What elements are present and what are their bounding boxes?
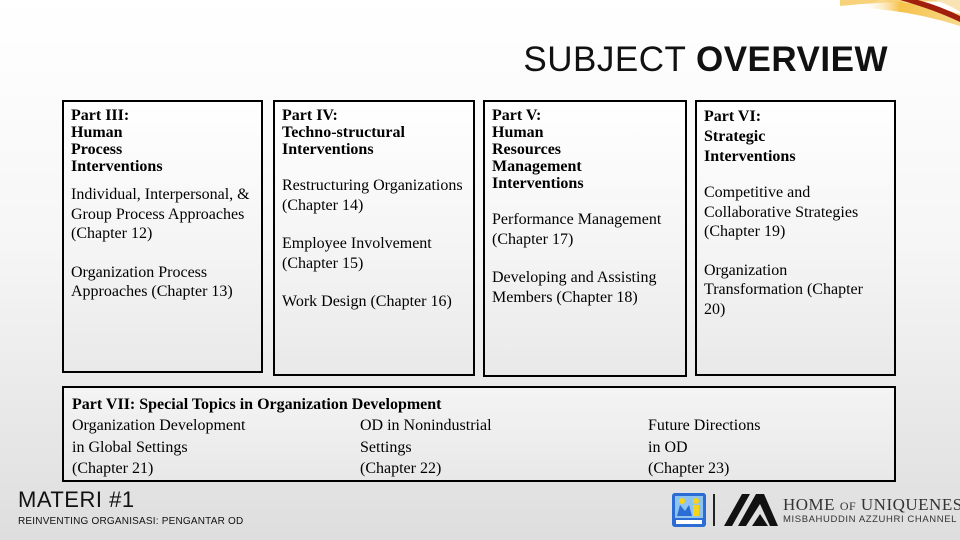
ia-logo-icon bbox=[724, 494, 778, 526]
chapter-item: Developing and Assisting Members (Chapte… bbox=[492, 269, 657, 306]
part-iv-heading: Part IV: Techno-structural Interventions bbox=[282, 107, 466, 158]
heading-line: Part III: bbox=[71, 107, 130, 124]
heading-line: Techno-structural bbox=[282, 124, 405, 141]
brand-word: HOME bbox=[783, 495, 840, 514]
part-vii-heading: Part VII: Special Topics in Organization… bbox=[72, 396, 442, 413]
chapter-item: Restructuring Organizations (Chapter 14) bbox=[282, 177, 463, 214]
column-line: OD in Nonindustrial bbox=[360, 417, 492, 434]
heading-line: Resources bbox=[492, 141, 562, 158]
part-vii-column: Future Directions in OD (Chapter 23) bbox=[648, 415, 760, 480]
chapter-item: Performance Management (Chapter 17) bbox=[492, 211, 662, 248]
brand-word: UNIQUENESS bbox=[860, 495, 960, 514]
column-line: Future Directions bbox=[648, 417, 761, 434]
part-vi-heading: Part VI: Strategic Interventions bbox=[704, 107, 887, 167]
part-iii-heading: Part III: Human Process Interventions bbox=[71, 107, 254, 175]
part-iv-box: Part IV: Techno-structural Interventions… bbox=[273, 100, 475, 376]
logo-separator bbox=[713, 494, 715, 526]
part-vii-column: Organization Development in Global Setti… bbox=[72, 415, 245, 480]
part-iii-box: Part III: Human Process Interventions In… bbox=[62, 100, 263, 373]
heading-line: Process bbox=[71, 141, 123, 158]
heading-line: Interventions bbox=[492, 175, 584, 192]
chapter-item: Work Design (Chapter 16) bbox=[282, 293, 452, 310]
chapter-item: Competitive and Collaborative Strategies… bbox=[704, 184, 859, 240]
heading-line: Interventions bbox=[704, 148, 796, 165]
column-line: (Chapter 21) bbox=[72, 460, 154, 477]
chapter-item: Individual, Interpersonal, & Group Proce… bbox=[71, 186, 250, 242]
part-vi-box: Part VI: Strategic Interventions Competi… bbox=[695, 100, 896, 376]
heading-line: Human bbox=[492, 124, 544, 141]
heading-line: Management bbox=[492, 158, 582, 175]
brand-logo: HOME OF UNIQUENESS MISBAHUDDIN AZZUHRI C… bbox=[672, 492, 960, 528]
heading-line: Interventions bbox=[71, 158, 163, 175]
chapter-item: Employee Involvement (Chapter 15) bbox=[282, 235, 432, 272]
part-v-heading: Part V: Human Resources Management Inter… bbox=[492, 107, 678, 192]
part-vii-column: OD in Nonindustrial Settings (Chapter 22… bbox=[360, 415, 492, 480]
chapter-item: Organization Process Approaches (Chapter… bbox=[71, 263, 233, 301]
column-line: Settings bbox=[360, 438, 412, 456]
decorative-swoosh bbox=[840, 0, 960, 26]
heading-line: Part V: bbox=[492, 107, 542, 124]
slide-title: SUBJECT OVERVIEW bbox=[523, 40, 888, 80]
column-line: in OD bbox=[648, 438, 688, 456]
column-line: in Global Settings bbox=[72, 438, 188, 456]
heading-line: Strategic bbox=[704, 128, 766, 145]
chapter-item: Organization Transformation (Chapter 20) bbox=[704, 261, 863, 318]
title-bold: OVERVIEW bbox=[695, 40, 888, 79]
heading-line: Part VI: bbox=[704, 108, 762, 125]
column-line: Organization Development bbox=[72, 417, 246, 434]
column-line: (Chapter 22) bbox=[360, 460, 442, 477]
heading-line: Part IV: bbox=[282, 107, 338, 124]
materi-label: MATERI #1 bbox=[18, 487, 135, 512]
brand-tagline: HOME OF UNIQUENESS bbox=[783, 495, 960, 515]
course-subtitle: REINVENTING ORGANISASI: PENGANTAR OD bbox=[18, 516, 244, 527]
heading-line: Human bbox=[71, 124, 123, 141]
part-v-box: Part V: Human Resources Management Inter… bbox=[483, 100, 687, 377]
brand-channel-name: MISBAHUDDIN AZZUHRI CHANNEL bbox=[783, 514, 958, 525]
part-vii-box: Part VII: Special Topics in Organization… bbox=[62, 386, 896, 482]
mi-logo-icon bbox=[672, 493, 706, 527]
heading-line: Interventions bbox=[282, 141, 374, 158]
column-line: (Chapter 23) bbox=[648, 460, 730, 477]
brand-word: OF bbox=[839, 499, 857, 513]
title-light: SUBJECT bbox=[523, 40, 686, 79]
